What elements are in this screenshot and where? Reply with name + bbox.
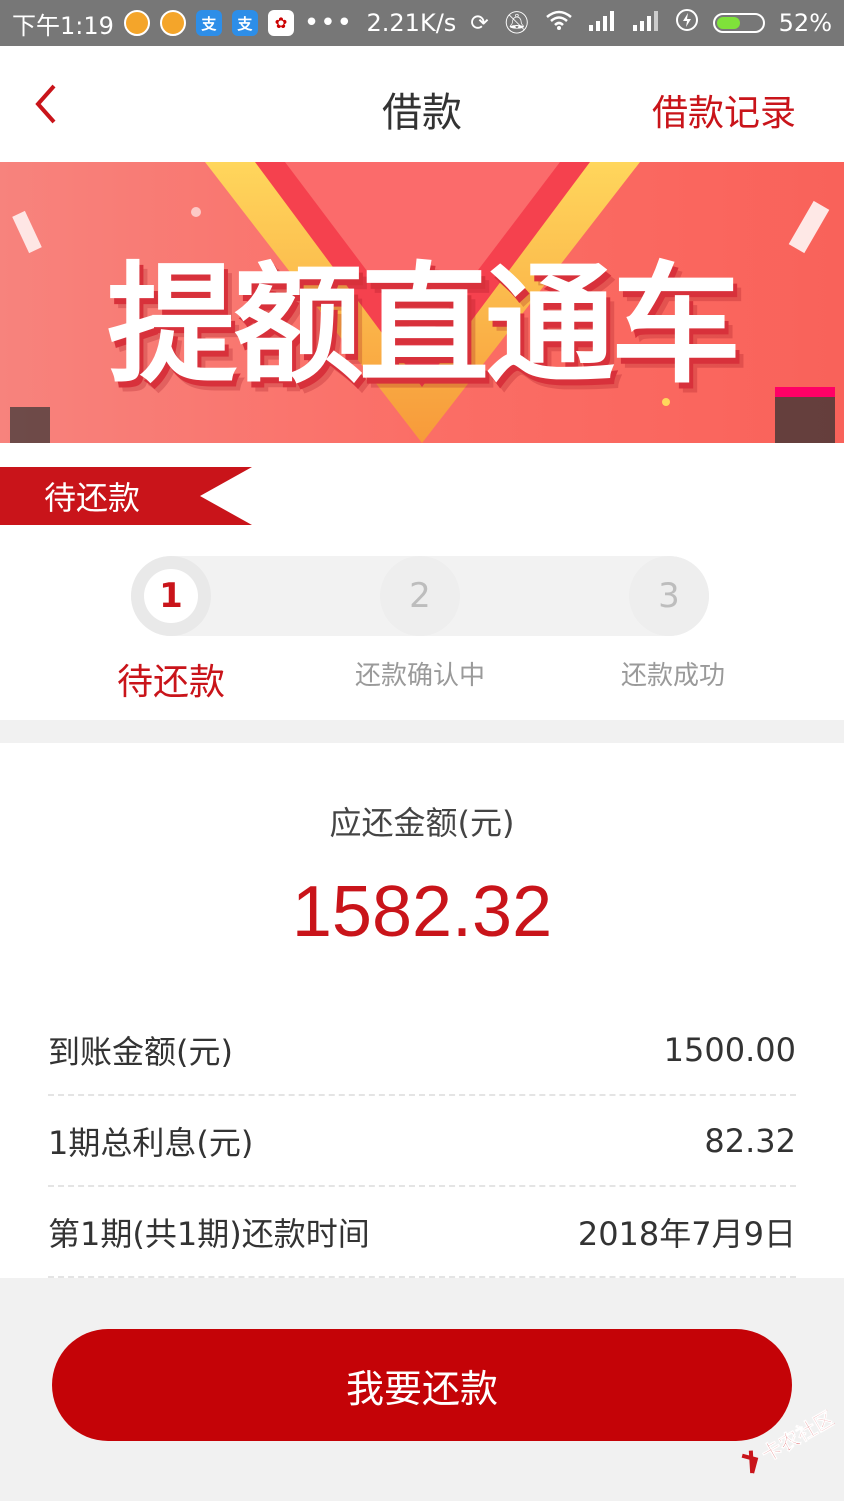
battery-percent: 52%	[778, 9, 832, 37]
signal-icon	[631, 9, 661, 37]
step-2-circle: 2	[380, 556, 460, 636]
signal-icon	[587, 9, 617, 37]
detail-row-due-date: 第1期(共1期)还款时间 2018年7月9日	[48, 1187, 796, 1278]
sync-icon: ⟳	[470, 10, 489, 36]
step-3-circle: 3	[629, 556, 709, 636]
chat-bubble-icon	[123, 10, 150, 36]
step-3-label: 还款成功	[620, 661, 725, 691]
detail-label: 到账金额(元)	[48, 1032, 233, 1071]
nav-bar: 借款 借款记录	[0, 46, 844, 162]
status-bar: 下午1:19 支 支 ✿ ••• 2.21K/s ⟳ 🔕︎ 52%	[0, 0, 844, 46]
step-2-label: 还款确认中	[354, 661, 485, 691]
detail-value: 1500.00	[663, 1030, 796, 1069]
promo-banner[interactable]: 提额直通车	[0, 162, 844, 443]
charging-icon	[675, 8, 699, 38]
alipay-icon: 支	[231, 10, 258, 36]
step-1-label: 待还款	[116, 662, 225, 703]
step-1-number: 1	[144, 569, 198, 623]
repayment-status-section: 待还款 1 2 3 待还款 还款确认中 还款成功	[0, 443, 844, 720]
amount-due-label: 应还金额(元)	[329, 804, 515, 842]
amount-due-value: 1582.32	[291, 872, 553, 952]
battery-icon	[712, 13, 765, 33]
loan-records-link[interactable]: 借款记录	[652, 84, 796, 136]
repay-button[interactable]: 我要还款	[52, 1329, 792, 1441]
chat-bubble-icon	[159, 10, 186, 36]
detail-value: 2018年7月9日	[577, 1214, 796, 1253]
alipay-icon: 支	[195, 10, 222, 36]
repayment-details: 应还金额(元) 1582.32 到账金额(元) 1500.00 1期总利息(元)…	[0, 743, 844, 1278]
status-time: 下午1:19	[12, 11, 114, 40]
wifi-icon	[545, 9, 573, 37]
net-speed: 2.21K/s	[366, 9, 457, 37]
mute-icon: 🔕︎	[502, 10, 531, 36]
step-1-circle: 1	[131, 556, 211, 636]
detail-row-received: 到账金额(元) 1500.00	[48, 1005, 796, 1096]
more-notifications-icon: •••	[303, 8, 353, 38]
banner-title: 提额直通车	[106, 249, 741, 401]
detail-row-interest: 1期总利息(元) 82.32	[48, 1096, 796, 1187]
app-icon: ✿	[267, 10, 294, 36]
detail-value: 82.32	[704, 1121, 796, 1160]
detail-label: 第1期(共1期)还款时间	[48, 1214, 370, 1253]
status-tag: 待还款	[44, 479, 141, 517]
detail-label: 1期总利息(元)	[48, 1123, 254, 1162]
